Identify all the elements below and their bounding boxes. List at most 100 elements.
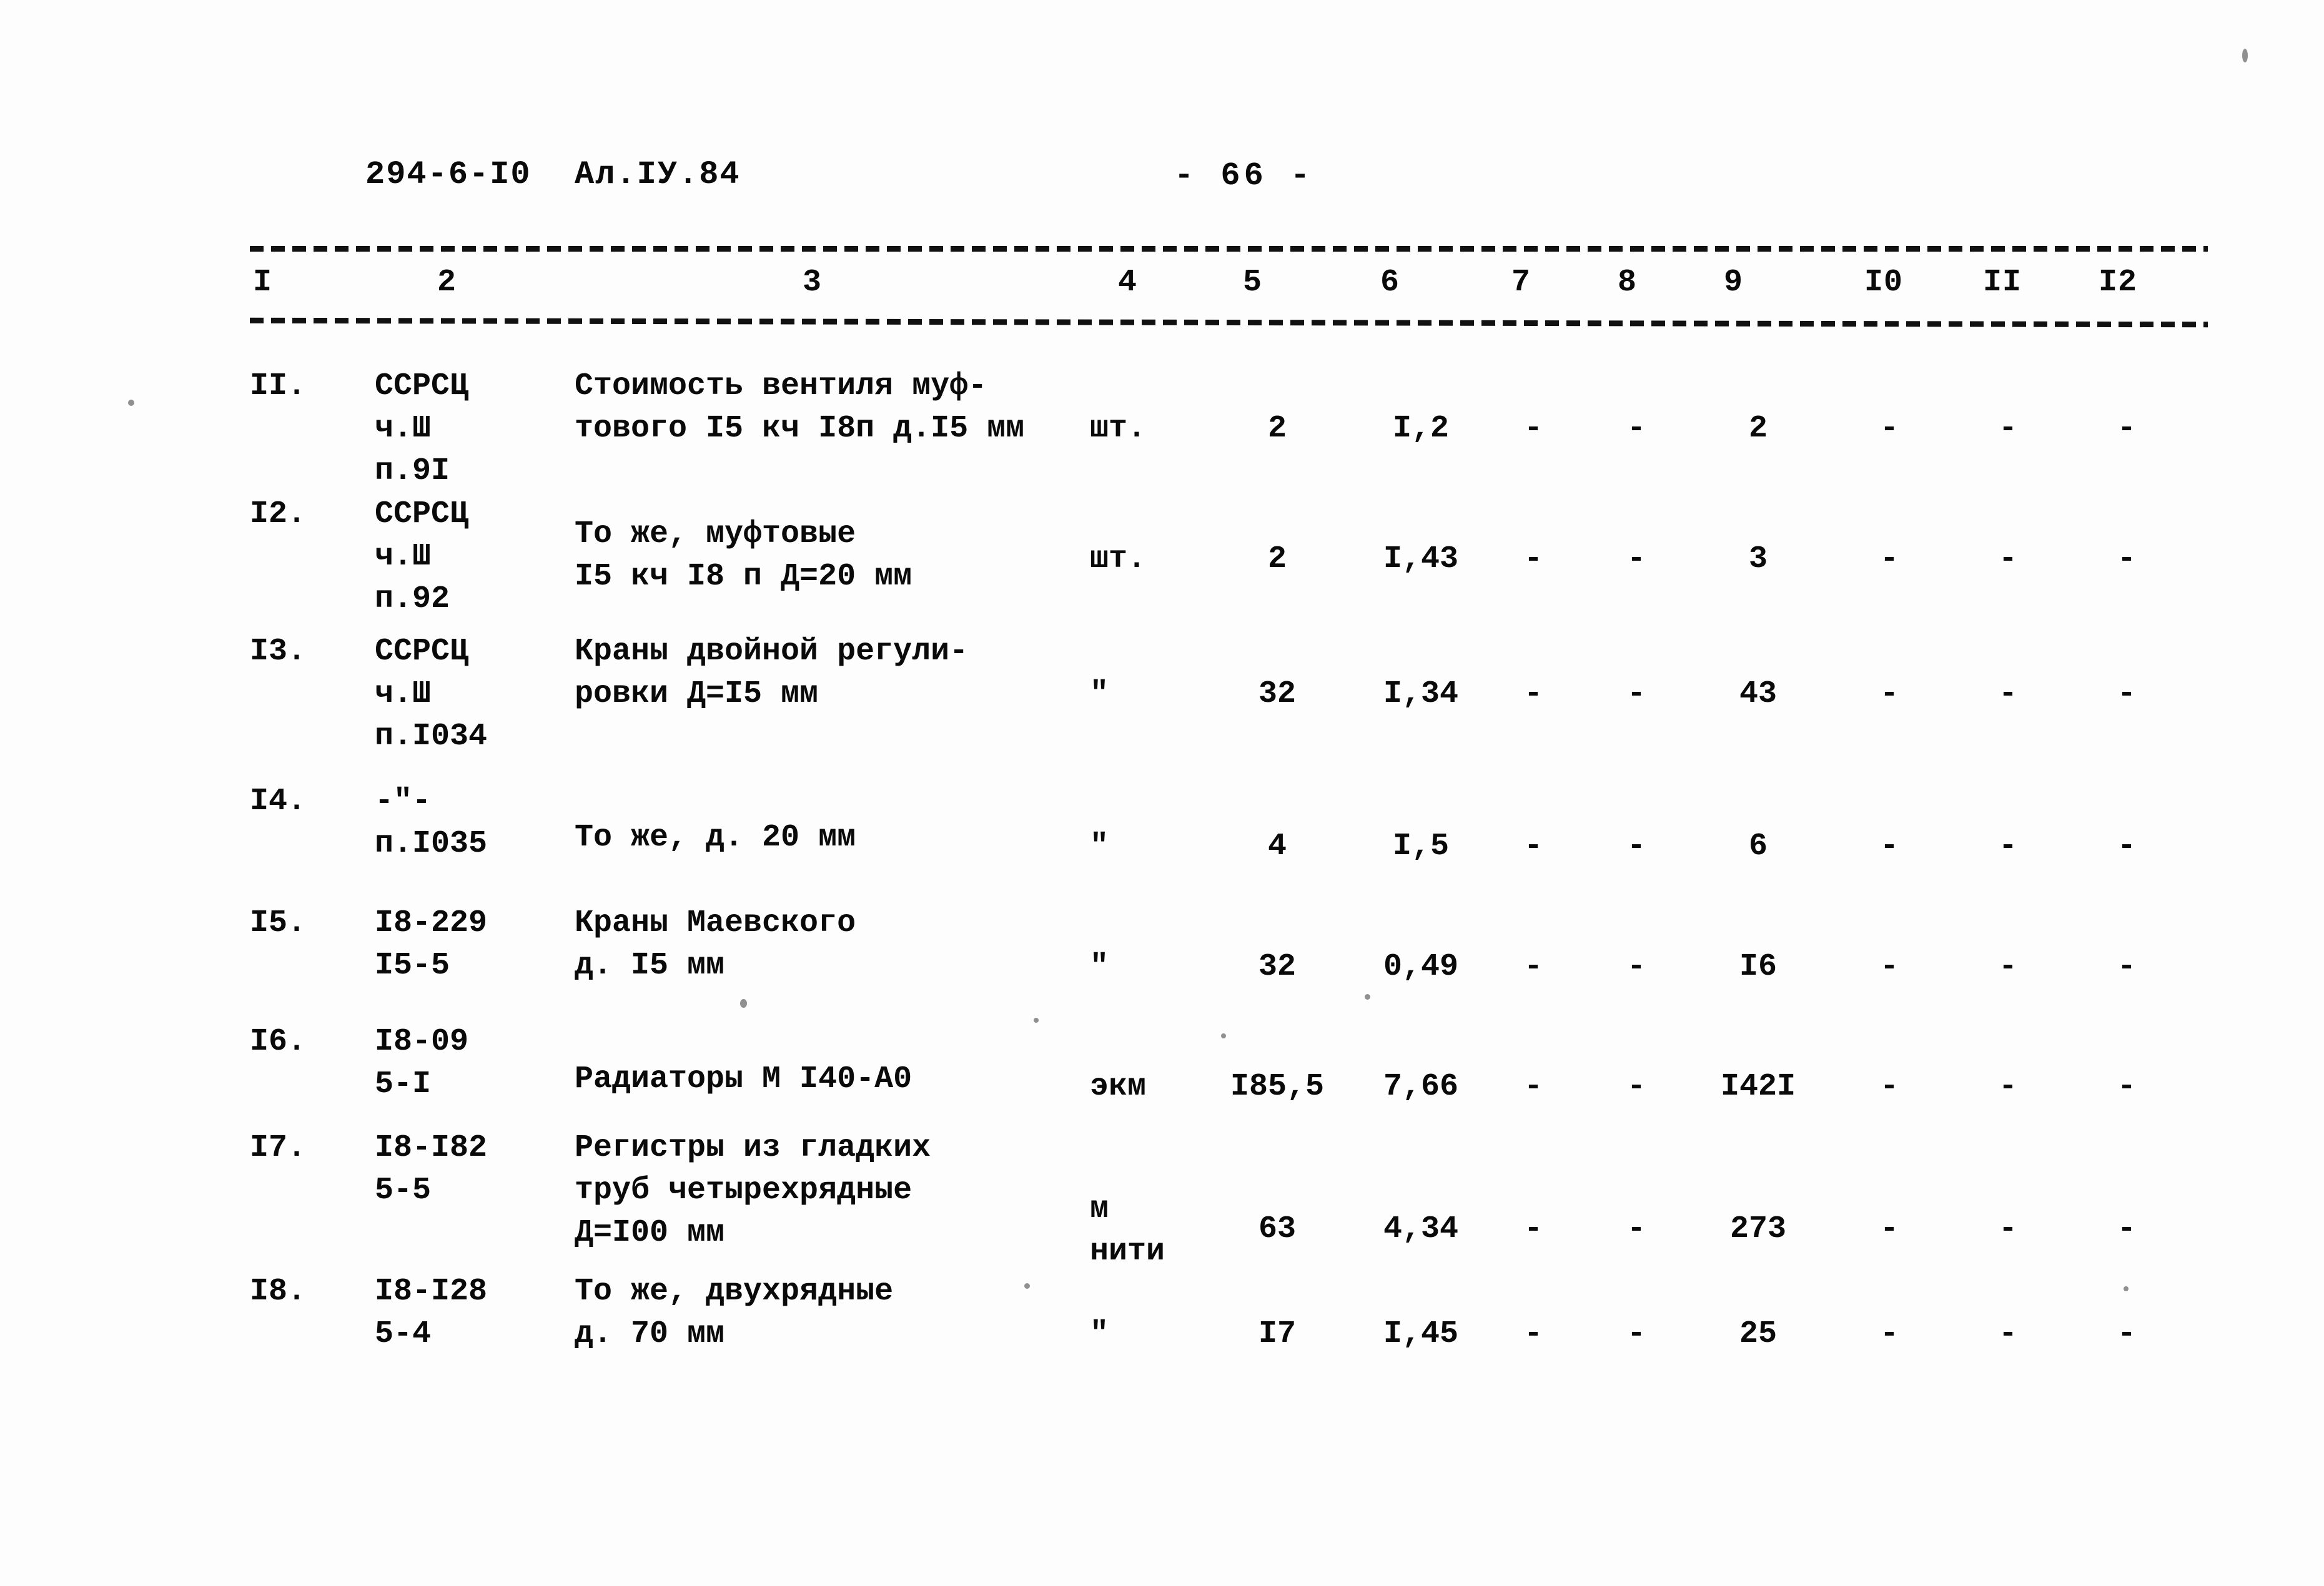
document-code: 294-6-I0 [365,156,532,193]
row-unit: " [1090,949,1109,985]
row-number: I4. [250,784,307,819]
column-header-7: 7 [1511,265,1531,300]
row-col5-quantity: 32 [1258,949,1296,985]
row-col6-value: I,45 [1383,1316,1459,1352]
scan-speck [1221,1033,1226,1038]
row-number: I5. [250,905,307,941]
row-col5-quantity: 32 [1258,676,1296,712]
column-header-9: 9 [1724,265,1744,300]
row-col7-value: - [1523,949,1543,985]
row-col8-value: - [1626,411,1646,446]
row-col12-value: - [2117,1211,2136,1247]
row-col9-value: I42I [1720,1069,1796,1105]
scan-speck [2242,49,2248,62]
row-col8-value: - [1626,1069,1646,1105]
row-norm-code: I8-I82 5-5 [375,1130,488,1208]
album-reference: Ал.IУ.84 [575,156,741,193]
row-col9-value: I6 [1739,949,1777,985]
row-number: I3. [250,634,307,669]
column-header-10: I0 [1864,265,1904,300]
row-number: II. [250,368,307,404]
row-col11-value: - [1998,411,2017,446]
row-col12-value: - [2117,676,2136,712]
row-norm-code: ССРСЦ ч.Ш п.9I [375,368,469,489]
column-header-4: 4 [1118,265,1138,300]
scan-speck [1034,1018,1039,1023]
row-col7-value: - [1523,676,1543,712]
page-number: - 66 - [1174,157,1314,194]
column-header-1: I [253,265,273,300]
row-unit: " [1090,676,1109,712]
row-unit: " [1090,829,1109,864]
row-col10-value: - [1879,676,1899,712]
row-col6-value: I,43 [1383,541,1459,577]
row-col5-quantity: I7 [1258,1316,1296,1352]
scan-speck [128,400,134,406]
scanned-document-page: 294-6-I0 Ал.IУ.84 - 66 - I 2 3 4 5 6 7 8 9 I0 II I2… [0,0,2324,1586]
row-norm-code: I8-229 I5-5 [375,905,488,983]
row-col11-value: - [1998,829,2017,864]
row-norm-code: I8-I28 5-4 [375,1274,488,1352]
row-col7-value: - [1523,541,1543,577]
row-col9-value: 3 [1748,541,1768,577]
scan-speck [1365,994,1370,1000]
row-description: То же, д. 20 мм [575,820,856,855]
row-col8-value: - [1626,949,1646,985]
row-col10-value: - [1879,829,1899,864]
row-description: Краны Маевского д. I5 мм [575,905,856,983]
row-col5-quantity: 63 [1258,1211,1296,1247]
row-unit: м нити [1090,1191,1165,1269]
table-rule-top [250,246,2208,252]
row-unit: экм [1090,1069,1147,1105]
row-col12-value: - [2117,1069,2136,1105]
row-col7-value: - [1523,1211,1543,1247]
row-number: I7. [250,1130,307,1166]
row-col6-value: I,34 [1383,676,1459,712]
row-number: I2. [250,496,307,532]
row-col5-quantity: 2 [1267,411,1287,446]
row-col9-value: 25 [1739,1316,1777,1352]
row-col9-value: 273 [1729,1211,1786,1247]
row-col6-value: I,5 [1392,829,1449,864]
table-rule-bottom [249,317,2208,328]
row-col5-quantity: I85,5 [1230,1069,1325,1105]
scan-speck [2124,1286,2129,1291]
row-col10-value: - [1879,411,1899,446]
row-col6-value: 0,49 [1383,949,1459,985]
row-col8-value: - [1626,1211,1646,1247]
row-col8-value: - [1626,1316,1646,1352]
row-description: То же, двухрядные д. 70 мм [575,1274,894,1352]
row-col12-value: - [2117,949,2136,985]
row-col10-value: - [1879,541,1899,577]
row-col10-value: - [1879,949,1899,985]
row-col8-value: - [1626,676,1646,712]
row-col5-quantity: 4 [1267,829,1287,864]
row-col9-value: 2 [1748,411,1768,446]
row-unit: шт. [1090,541,1147,577]
column-header-5: 5 [1243,265,1263,300]
row-norm-code: ССРСЦ ч.Ш п.I034 [375,634,488,754]
row-number: I6. [250,1024,307,1060]
row-col7-value: - [1523,411,1543,446]
column-header-2: 2 [437,265,457,300]
row-col9-value: 6 [1748,829,1768,864]
row-norm-code: I8-09 5-I [375,1024,469,1102]
row-col6-value: 4,34 [1383,1211,1459,1247]
column-header-12: I2 [2099,265,2138,300]
row-col7-value: - [1523,1316,1543,1352]
row-description: Краны двойной регули-ровки Д=I5 мм [575,634,969,712]
row-col12-value: - [2117,411,2136,446]
row-col11-value: - [1998,1316,2017,1352]
row-unit: " [1090,1316,1109,1352]
column-header-11: II [1983,265,2022,300]
row-col6-value: 7,66 [1383,1069,1459,1105]
column-header-6: 6 [1380,265,1400,300]
scan-speck [740,999,747,1008]
row-col12-value: - [2117,1316,2136,1352]
row-col6-value: I,2 [1392,411,1449,446]
row-col12-value: - [2117,829,2136,864]
document-header: 294-6-I0 Ал.IУ.84 - 66 - [0,156,2324,212]
row-norm-code: ССРСЦ ч.Ш п.92 [375,496,469,617]
column-header-3: 3 [803,265,823,300]
row-description: То же, муфтовые I5 кч I8 п Д=20 мм [575,516,912,594]
